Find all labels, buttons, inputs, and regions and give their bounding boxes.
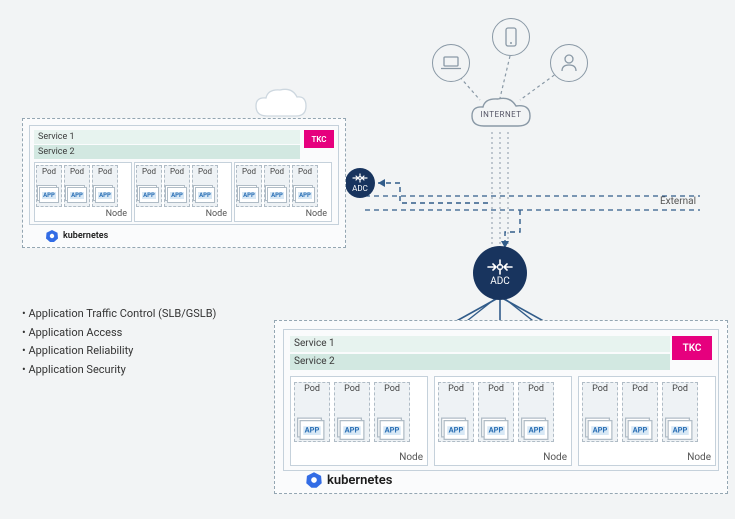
laptop-icon (432, 44, 470, 82)
pod: PodAPP (518, 382, 554, 442)
pod: PodAPP (292, 165, 318, 207)
node-label: Node (687, 452, 711, 463)
pod: PodAPP (374, 382, 410, 442)
service2-bar: Service 2 (34, 145, 300, 159)
pod: PodAPP (64, 165, 90, 207)
feature-bullets: • Application Traffic Control (SLB/GSLB)… (22, 305, 216, 380)
internet-cloud: INTERNET (466, 94, 536, 139)
kubernetes-badge: kubernetes (45, 229, 108, 243)
pod: PodAPP (662, 382, 698, 442)
bullet-item: • Application Reliability (22, 342, 216, 361)
tkc-badge: TKC (672, 336, 712, 360)
bullet-item: • Application Traffic Control (SLB/GSLB) (22, 305, 216, 324)
kubernetes-icon (305, 471, 323, 489)
bullet-item: • Application Security (22, 361, 216, 380)
kubernetes-label: kubernetes (327, 473, 392, 488)
adc-large: ADC (473, 246, 527, 300)
pod: PodAPP (236, 165, 262, 207)
kubernetes-label: kubernetes (63, 231, 108, 241)
internet-label: INTERNET (466, 110, 536, 119)
node-label: Node (399, 452, 423, 463)
pod: PodAPP (294, 382, 330, 442)
kubernetes-icon (45, 229, 59, 243)
tkc-badge: TKC (304, 130, 334, 148)
user-icon (550, 44, 588, 82)
bullet-item: • Application Access (22, 324, 216, 343)
node-label: Node (543, 452, 567, 463)
mobile-icon (492, 18, 530, 56)
kubernetes-badge: kubernetes (305, 471, 392, 489)
pod: PodAPP (334, 382, 370, 442)
pod: PodAPP (136, 165, 162, 207)
pod: PodAPP (92, 165, 118, 207)
pod: PodAPP (192, 165, 218, 207)
adc-icon (352, 173, 368, 183)
node-label: Node (106, 209, 127, 219)
external-label: External (660, 196, 696, 207)
service1-bar: Service 1 (34, 130, 300, 144)
pod: PodAPP (622, 382, 658, 442)
node-label: Node (306, 209, 327, 219)
adc-icon (486, 259, 514, 275)
adc-small: ADC (345, 168, 375, 198)
adc-large-label: ADC (490, 276, 510, 287)
pod: PodAPP (582, 382, 618, 442)
node-label: Node (206, 209, 227, 219)
pod: PodAPP (164, 165, 190, 207)
service2-bar: Service 2 (290, 354, 670, 370)
service1-bar: Service 1 (290, 336, 670, 352)
pod: PodAPP (478, 382, 514, 442)
adc-small-label: ADC (352, 184, 368, 193)
pod: PodAPP (438, 382, 474, 442)
pod: PodAPP (36, 165, 62, 207)
pod: PodAPP (264, 165, 290, 207)
